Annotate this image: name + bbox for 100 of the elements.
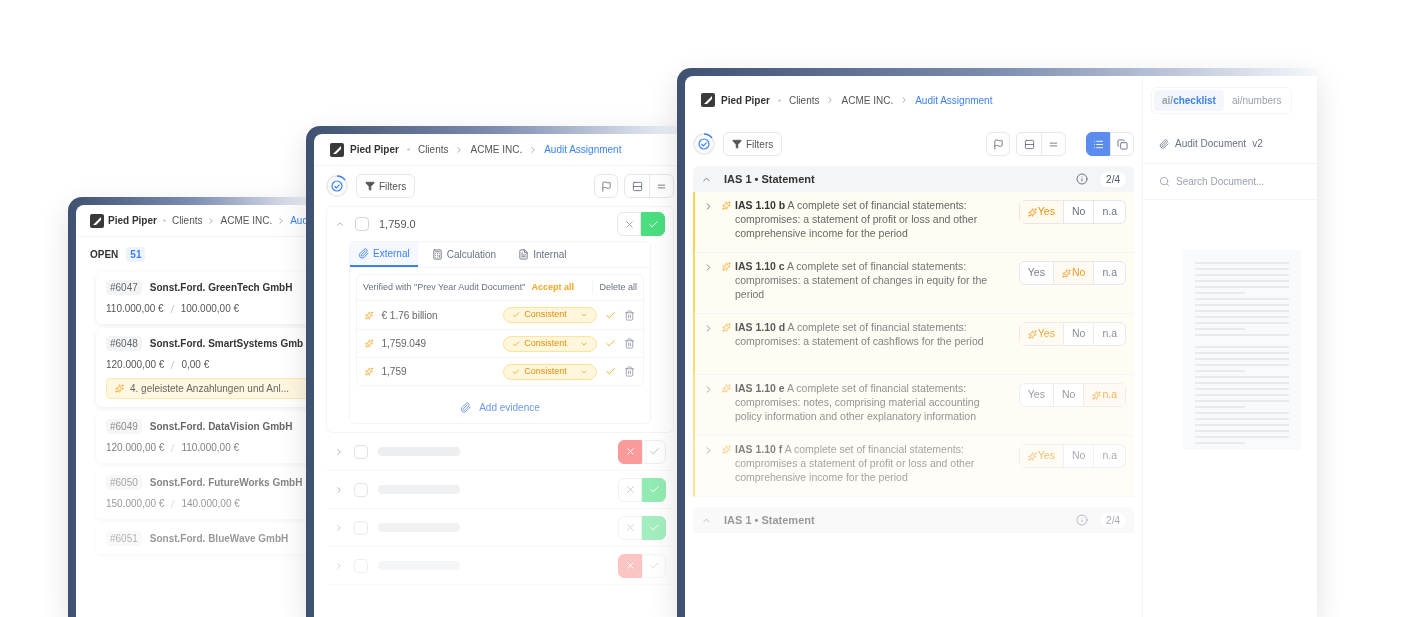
progress-count: 2/4 [1100,171,1126,187]
flag-button[interactable] [594,174,618,198]
check-icon [648,446,660,457]
answer-option[interactable]: No [1062,445,1094,467]
version-label: v2 [1252,137,1263,151]
flag-icon [992,138,1004,150]
logo-icon [701,93,715,107]
section-header[interactable]: IAS 1 • Statement 2/4 [693,507,1134,533]
close-icon [624,522,636,533]
id-tag: #6051 [106,531,142,546]
breadcrumb-link[interactable]: Audit Assignment [915,92,993,108]
document-icon [518,249,530,260]
evidence-value: 1,759.049 [381,337,428,351]
trash-icon [624,309,635,321]
sparkle-icon [1027,207,1037,217]
amount-text: 100.000,00 € [180,302,240,316]
evidence-tab[interactable]: Internal [510,242,575,267]
check-icon [647,218,659,230]
paperclip-icon [358,248,369,259]
document-title: Audit Document [1175,137,1247,151]
requirement-text: IAS 1.10 c A complete set of financial statements: compromises: a statement of changes in equity for the period [735,259,989,302]
check-icon [605,338,616,349]
check-icon [648,560,660,571]
paperclip-icon [460,402,472,413]
checkbox[interactable] [354,444,368,459]
checkbox[interactable] [355,217,369,231]
status-dropdown[interactable]: Consistent [503,307,597,323]
answer-option[interactable]: Yes [1019,262,1053,284]
delete-button[interactable] [624,366,635,377]
breadcrumb-link[interactable]: ACME INC. [841,92,894,108]
sparkle-icon [1027,329,1037,339]
section-header[interactable]: IAS 1 • Statement 2/4 [693,166,1134,192]
progress-count: 2/4 [1100,512,1126,528]
delete-button[interactable] [624,309,635,321]
checklist-item[interactable]: IAS 1.10 b A complete set of financial statements: compromises: a statement of profit or loss and other comprehensive income for the period Yes No n.a [693,192,1134,253]
evidence-tab[interactable]: External [350,242,418,267]
answer-option[interactable]: Yes [1019,323,1063,345]
chevron-icon [580,311,588,319]
answer-option[interactable]: No [1062,323,1094,345]
answer-option[interactable]: No [1052,262,1094,284]
answer-option[interactable]: Yes [1019,201,1063,223]
checklist-item[interactable]: IAS 1.10 e A complete set of financial statements: compromises: notes, comprising material accounting policy information and other explanatory information Yes No n.a [693,375,1134,436]
account-name: Sonst.Ford. GreenTech GmbH [149,281,293,295]
breadcrumb-link[interactable]: Clients [171,213,203,228]
id-tag: #6050 [106,475,142,490]
filters-button[interactable]: Filters [356,174,416,198]
delete-button[interactable] [624,338,635,349]
requirement-text: IAS 1.10 f A complete set of financial statements: compromises a statement of profit or loss and other comprehensive income for the period [735,442,976,485]
checkbox[interactable] [354,482,368,497]
add-evidence-button[interactable]: Add evidence [460,392,540,423]
accept-button[interactable] [642,477,666,502]
checklist-item[interactable]: IAS 1.10 c A complete set of financial statements: compromises: a statement of changes in equity for the period Yes No n.a [693,253,1134,314]
mode-tab[interactable]: ai/numbers [1223,89,1290,111]
rows-icon [631,180,643,192]
delete-all-link[interactable]: Delete all [592,280,637,295]
check-icon [512,339,521,348]
answer-option[interactable]: n.a [1093,323,1125,345]
sparkle-icon [115,384,124,393]
accept-button[interactable] [605,338,616,349]
answer-option[interactable]: No [1062,201,1094,223]
mode-tab[interactable]: ai/checklist [1154,89,1224,111]
id-tag: #6047 [106,280,142,295]
answer-option[interactable]: n.a [1093,201,1125,223]
flag-button[interactable] [986,132,1010,156]
chevron-icon [334,484,344,495]
view-toggle[interactable] [1086,132,1110,156]
breadcrumb-link[interactable]: Clients [417,142,449,157]
slash-divider [170,359,176,370]
breadcrumb-link[interactable]: Clients [788,92,820,108]
amount-text: 110.000,00 € [181,441,240,455]
answer-option[interactable]: Yes [1019,384,1053,406]
search-field[interactable]: Search Document... [1176,174,1286,189]
requirement-text: IAS 1.10 b A complete set of financial statements: compromises: a statement of profit or loss and other comprehensive income for the period [735,198,979,241]
close-icon [623,218,635,230]
answer-option[interactable]: n.a [1093,262,1125,284]
close-icon [624,446,636,457]
reject-button[interactable] [618,439,642,464]
accept-button[interactable] [641,212,665,236]
breadcrumb-link[interactable]: Audit Assignment [544,142,622,157]
accept-button[interactable] [605,366,616,377]
checklist-item[interactable]: IAS 1.10 f A complete set of financial statements: compromises a statement of profit or loss and other comprehensive income for the period Yes No n.a [693,436,1134,497]
check-icon [648,484,660,495]
status-dropdown[interactable]: Consistent [503,363,597,380]
accept-all-link[interactable]: Accept all [531,280,574,295]
checklist-item[interactable]: IAS 1.10 d A complete set of financial statements: compromises: a statement of cashflows for the period Yes No n.a [693,314,1134,375]
evidence-value: € 1.76 billion [381,308,439,323]
filters-button[interactable]: Filters [723,132,783,156]
info-icon [1076,514,1089,526]
answer-option[interactable]: n.a [1093,445,1125,467]
verified-text: Verified with "Prev Year Audit Document" [363,280,526,294]
breadcrumb-link[interactable]: ACME INC. [220,213,273,228]
breadcrumb-link[interactable]: ACME INC. [470,142,523,157]
sparkle-icon [365,367,374,376]
evidence-tab[interactable]: Calculation [423,242,505,267]
count-badge: 51 [126,247,146,262]
section-label: OPEN [90,248,119,262]
status-dropdown[interactable]: Consistent [503,335,597,352]
sparkle-icon [365,339,374,348]
requirement-text: IAS 1.10 e A complete set of financial statements: compromises: notes, comprising material accounting policy information and other explanatory information [735,381,981,424]
accept-button[interactable] [605,309,616,321]
